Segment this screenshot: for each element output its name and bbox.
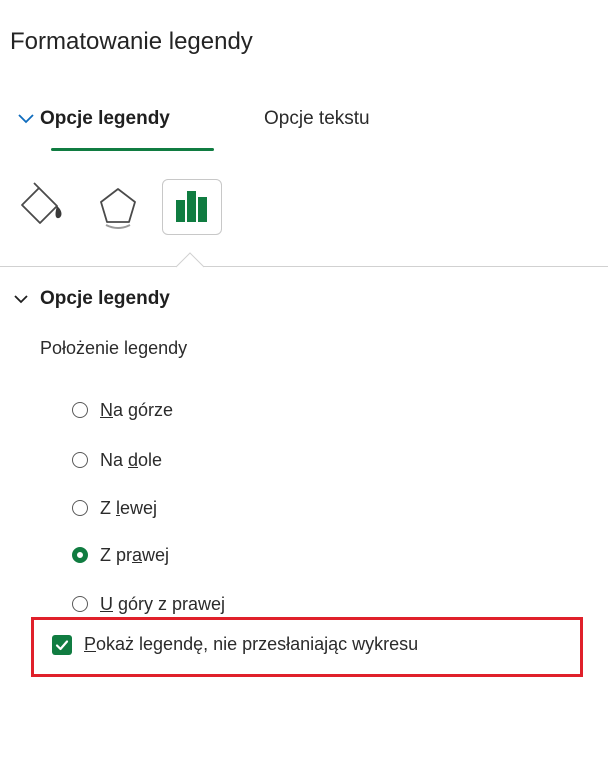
red-highlight-box [31,617,583,677]
radio-label: Na górze [100,399,174,420]
tab-selected-indicator [51,148,214,151]
radio-label: Na dole [100,449,163,470]
legend-options-bar-chart-icon[interactable] [162,179,222,235]
format-legend-pane: Formatowanie legendy Opcje legendy Opcje… [0,0,608,760]
effects-pentagon-icon[interactable] [89,178,147,236]
radio-label: Z lewej [100,497,158,518]
radio-top-right[interactable]: U góry z prawej [72,590,225,618]
legend-position-label: Położenie legendy [40,338,188,358]
section-divider [0,266,608,267]
tab-legend-options-label: Opcje legendy [40,108,170,130]
radio-button[interactable] [72,596,88,612]
section-title: Opcje legendy [40,288,170,310]
tab-legend-options[interactable]: Opcje legendy [18,108,170,130]
section-header-legend-options[interactable]: Opcje legendy [14,288,170,310]
tab-text-options[interactable]: Opcje tekstu [264,108,370,130]
selected-tab-pointer [176,252,204,268]
radio-button[interactable] [72,402,88,418]
radio-label: Z prawej [100,544,170,565]
radio-button-checked[interactable] [72,547,88,563]
radio-label: U góry z prawej [100,593,226,614]
radio-right[interactable]: Z prawej [72,541,169,569]
radio-button[interactable] [72,452,88,468]
chevron-down-icon [14,288,40,310]
radio-bottom[interactable]: Na dole [72,446,162,474]
radio-button[interactable] [72,500,88,516]
fill-line-icon[interactable] [16,178,74,236]
chevron-down-icon [18,108,40,130]
pane-title: Formatowanie legendy [10,28,253,55]
radio-top[interactable]: Na górze [72,396,173,424]
radio-left[interactable]: Z lewej [72,494,157,522]
